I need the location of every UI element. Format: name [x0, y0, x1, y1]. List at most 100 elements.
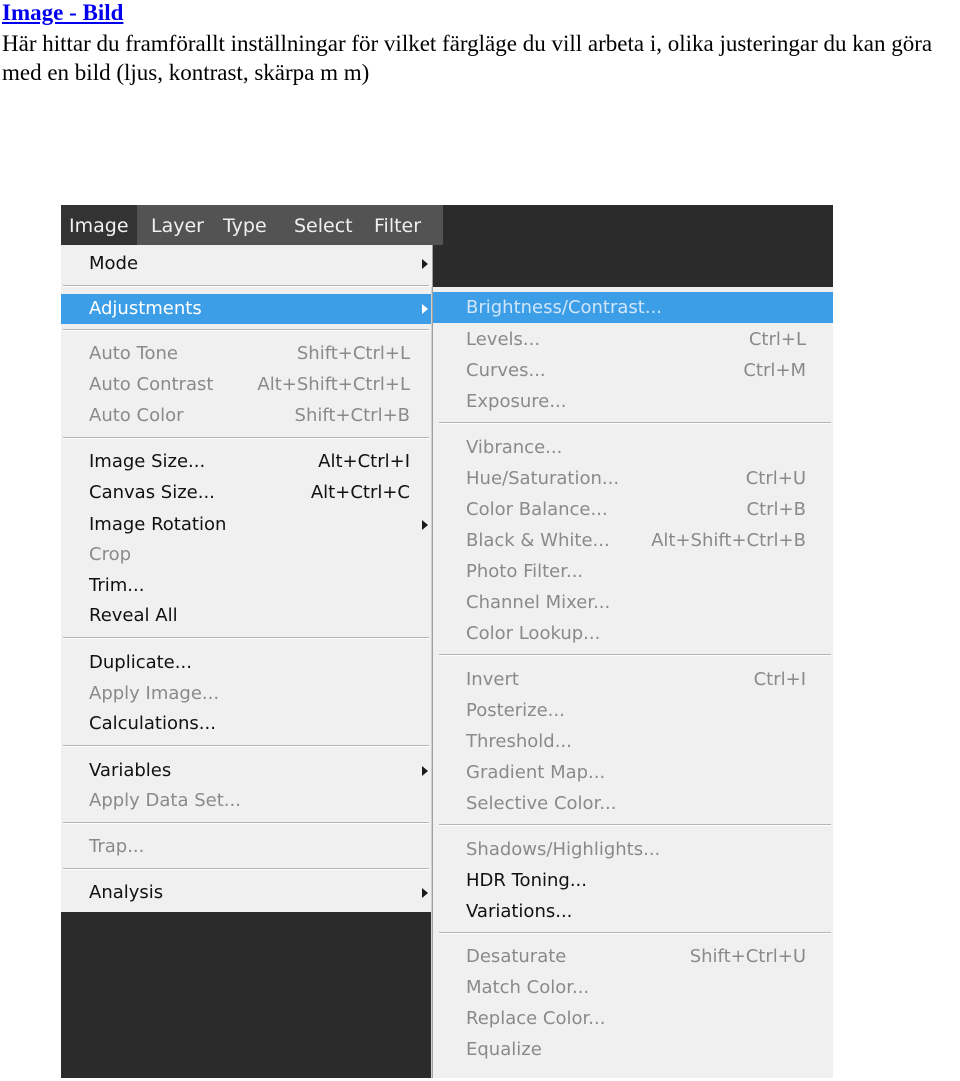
menu-item-canvas-size[interactable]: Canvas Size... Alt+Ctrl+C — [61, 478, 432, 508]
menu-item-reveal-all[interactable]: Reveal All — [61, 601, 432, 631]
submenu-item-label: Hue/Saturation... — [466, 468, 620, 489]
menu-item-label: Duplicate... — [89, 652, 192, 673]
menu-separator — [63, 637, 429, 639]
submenu-item-selective-color[interactable]: Selective Color... — [433, 788, 833, 819]
submenu-item-replace-color[interactable]: Replace Color... — [433, 1003, 833, 1034]
menu-item-apply-data-set[interactable]: Apply Data Set... — [61, 786, 432, 816]
menu-item-mode[interactable]: Mode — [61, 249, 432, 279]
menu-separator — [63, 329, 429, 331]
page-title-link[interactable]: Image - Bild — [2, 0, 123, 26]
menu-layer[interactable]: Layer — [143, 205, 212, 245]
submenu-item-label: Replace Color... — [466, 1008, 606, 1029]
menu-item-image-size[interactable]: Image Size... Alt+Ctrl+I — [61, 447, 432, 477]
submenu-item-invert[interactable]: Invert Ctrl+I — [433, 664, 833, 695]
menu-item-trap[interactable]: Trap... — [61, 832, 432, 862]
menu-item-label: Image Size... — [89, 451, 206, 472]
menu-item-shortcut: Alt+Shift+Ctrl+L — [257, 374, 410, 395]
menu-item-image-rotation[interactable]: Image Rotation — [61, 510, 432, 540]
submenu-item-black-white[interactable]: Black & White... Alt+Shift+Ctrl+B — [433, 525, 833, 556]
submenu-item-label: Black & White... — [466, 530, 610, 551]
submenu-item-photo-filter[interactable]: Photo Filter... — [433, 556, 833, 587]
menu-type[interactable]: Type — [215, 205, 275, 245]
menu-item-shortcut: Shift+Ctrl+L — [296, 343, 410, 364]
submenu-item-hdr-toning[interactable]: HDR Toning... — [433, 865, 833, 896]
submenu-item-vibrance[interactable]: Vibrance... — [433, 432, 833, 463]
menu-item-label: Crop — [89, 544, 132, 565]
menu-item-label: Trim... — [89, 575, 145, 596]
submenu-item-label: Brightness/Contrast... — [466, 297, 663, 318]
submenu-item-exposure[interactable]: Exposure... — [433, 386, 833, 417]
menu-item-label: Auto Contrast — [89, 374, 214, 395]
submenu-item-shortcut: Ctrl+U — [745, 468, 806, 489]
submenu-item-label: Levels... — [466, 329, 541, 350]
submenu-item-threshold[interactable]: Threshold... — [433, 726, 833, 757]
menu-item-label: Analysis — [89, 882, 164, 903]
menu-item-label: Calculations... — [89, 713, 216, 734]
submenu-item-label: Desaturate — [466, 946, 567, 967]
menu-item-label: Apply Image... — [89, 683, 220, 704]
submenu-item-label: Exposure... — [466, 391, 567, 412]
submenu-item-posterize[interactable]: Posterize... — [433, 695, 833, 726]
photoshop-screenshot: Image Layer Type Select Filter Mode Adju… — [61, 205, 833, 1078]
menu-item-label: Variables — [89, 760, 172, 781]
menu-separator — [63, 745, 429, 747]
submenu-item-label: Selective Color... — [466, 793, 617, 814]
menu-separator — [63, 868, 429, 870]
submenu-arrow-icon — [422, 766, 428, 776]
menu-item-label: Canvas Size... — [89, 482, 215, 503]
submenu-item-shadows-highlights[interactable]: Shadows/Highlights... — [433, 834, 833, 865]
submenu-item-brightness-contrast[interactable]: Brightness/Contrast... — [433, 292, 833, 323]
submenu-item-label: Invert — [466, 669, 519, 690]
submenu-item-label: Photo Filter... — [466, 561, 584, 582]
submenu-item-label: Curves... — [466, 360, 546, 381]
menu-item-duplicate[interactable]: Duplicate... — [61, 648, 432, 678]
submenu-item-levels[interactable]: Levels... Ctrl+L — [433, 324, 833, 355]
menu-item-shortcut: Alt+Ctrl+C — [310, 482, 410, 503]
image-menu-dropdown: Mode Adjustments Auto Tone Shift+Ctrl+L … — [61, 245, 433, 912]
submenu-item-color-lookup[interactable]: Color Lookup... — [433, 618, 833, 649]
menu-item-analysis[interactable]: Analysis — [61, 878, 432, 908]
menu-select[interactable]: Select — [286, 205, 361, 245]
submenu-item-label: Threshold... — [466, 731, 572, 752]
submenu-item-shortcut: Alt+Shift+Ctrl+B — [651, 530, 806, 551]
menu-separator — [63, 437, 429, 439]
submenu-item-label: Channel Mixer... — [466, 592, 611, 613]
submenu-item-shortcut: Ctrl+L — [748, 329, 806, 350]
menu-item-crop[interactable]: Crop — [61, 540, 432, 570]
menu-item-calculations[interactable]: Calculations... — [61, 709, 432, 739]
submenu-item-channel-mixer[interactable]: Channel Mixer... — [433, 587, 833, 618]
submenu-item-gradient-map[interactable]: Gradient Map... — [433, 757, 833, 788]
menu-image[interactable]: Image — [61, 205, 137, 245]
menu-item-label: Trap... — [89, 836, 145, 857]
submenu-arrow-icon — [422, 888, 428, 898]
adjustments-submenu: Brightness/Contrast... Levels... Ctrl+L … — [432, 287, 833, 1078]
submenu-item-desaturate[interactable]: Desaturate Shift+Ctrl+U — [433, 941, 833, 972]
menu-item-label: Apply Data Set... — [89, 790, 241, 811]
menu-item-trim[interactable]: Trim... — [61, 571, 432, 601]
submenu-item-label: Gradient Map... — [466, 762, 606, 783]
submenu-item-color-balance[interactable]: Color Balance... Ctrl+B — [433, 494, 833, 525]
submenu-item-label: Color Lookup... — [466, 623, 601, 644]
menu-item-apply-image[interactable]: Apply Image... — [61, 679, 432, 709]
submenu-arrow-icon — [422, 304, 428, 314]
menu-bar: Image Layer Type Select Filter — [61, 205, 443, 245]
submenu-item-label: Color Balance... — [466, 499, 608, 520]
menu-item-auto-color[interactable]: Auto Color Shift+Ctrl+B — [61, 401, 432, 431]
menu-item-variables[interactable]: Variables — [61, 756, 432, 786]
menu-filter[interactable]: Filter — [366, 205, 429, 245]
submenu-separator — [439, 654, 831, 656]
submenu-item-match-color[interactable]: Match Color... — [433, 972, 833, 1003]
submenu-item-variations[interactable]: Variations... — [433, 896, 833, 927]
menu-item-adjustments[interactable]: Adjustments — [61, 294, 432, 324]
submenu-item-shortcut: Shift+Ctrl+U — [689, 946, 806, 967]
submenu-item-label: Variations... — [466, 901, 573, 922]
menu-item-label: Auto Tone — [89, 343, 178, 364]
menu-item-auto-tone[interactable]: Auto Tone Shift+Ctrl+L — [61, 339, 432, 369]
submenu-item-hue-saturation[interactable]: Hue/Saturation... Ctrl+U — [433, 463, 833, 494]
menu-item-auto-contrast[interactable]: Auto Contrast Alt+Shift+Ctrl+L — [61, 370, 432, 400]
submenu-item-label: HDR Toning... — [466, 870, 587, 891]
submenu-item-equalize[interactable]: Equalize — [433, 1034, 833, 1065]
menu-separator — [63, 822, 429, 824]
submenu-item-label: Posterize... — [466, 700, 565, 721]
submenu-item-curves[interactable]: Curves... Ctrl+M — [433, 355, 833, 386]
